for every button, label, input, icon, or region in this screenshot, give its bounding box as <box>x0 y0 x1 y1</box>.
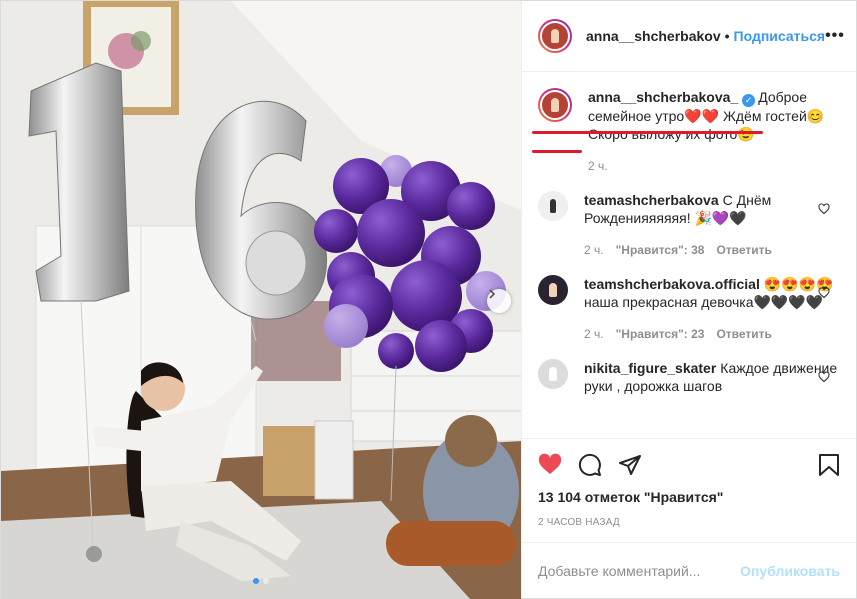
comment-item: teamashcherbakova С Днём Рожденияяяяяя! 🎉… <box>538 191 840 259</box>
chevron-right-icon <box>489 289 496 299</box>
heart-icon[interactable] <box>818 203 830 215</box>
header-username[interactable]: anna__shcherbakov <box>586 28 721 44</box>
add-comment-bar: Добавьте комментарий... Опубликовать <box>522 542 856 598</box>
comment-username[interactable]: nikita_figure_skater <box>584 360 716 376</box>
carousel-dot <box>263 578 269 584</box>
comment-likes[interactable]: "Нравится": 23 <box>616 325 705 343</box>
annotation-underline <box>532 131 763 134</box>
heart-icon[interactable] <box>818 287 830 299</box>
likes-count[interactable]: 13 104 отметок "Нравится" <box>538 489 840 505</box>
avatar[interactable] <box>538 191 568 221</box>
caption: anna__shcherbakova_ ✓ Доброе семейное утро… <box>532 88 840 175</box>
annotation-underline <box>532 150 582 153</box>
post-photo[interactable] <box>1 1 521 599</box>
comment-icon[interactable] <box>578 453 602 477</box>
more-icon[interactable]: ••• <box>825 27 845 45</box>
comments-list[interactable]: anna__shcherbakova_ ✓ Доброе семейное утро… <box>522 72 856 438</box>
heart-icon[interactable] <box>538 453 562 477</box>
comment-item: teamshcherbakova.official 😍😍😍😍наша прекра… <box>538 275 840 343</box>
follow-button[interactable]: Подписаться <box>734 28 826 44</box>
avatar[interactable] <box>538 88 572 122</box>
avatar[interactable] <box>538 275 568 305</box>
save-icon[interactable] <box>818 453 840 477</box>
photo-illustration <box>1 1 521 599</box>
action-icons <box>538 443 840 487</box>
post-actions: 13 104 отметок "Нравится" 2 ЧАСОВ НАЗАД <box>522 438 856 542</box>
publish-button[interactable]: Опубликовать <box>740 563 840 579</box>
comment-username[interactable]: teamashcherbakova <box>584 192 719 208</box>
next-photo-button[interactable] <box>487 289 511 313</box>
comment-username[interactable]: teamshcherbakova.official <box>584 276 760 292</box>
post-sidebar: anna__shcherbakov • Подписаться ••• anna… <box>521 1 856 598</box>
avatar[interactable] <box>538 19 572 53</box>
verified-icon: ✓ <box>742 94 756 107</box>
avatar[interactable] <box>538 359 568 389</box>
comment-item: nikita_figure_skater Каждое движение руки… <box>538 359 840 395</box>
heart-icon[interactable] <box>818 371 830 383</box>
post-header: anna__shcherbakov • Подписаться ••• <box>522 1 856 72</box>
comment-likes[interactable]: "Нравится": 38 <box>616 241 705 259</box>
comment-input[interactable]: Добавьте комментарий... <box>538 563 740 579</box>
share-icon[interactable] <box>618 453 642 477</box>
post-time[interactable]: 2 ЧАСОВ НАЗАД <box>538 517 840 528</box>
carousel-indicator <box>1 578 521 584</box>
post-modal: anna__shcherbakov • Подписаться ••• anna… <box>0 0 857 599</box>
header-separator: • <box>724 28 730 44</box>
reply-button[interactable]: Ответить <box>716 325 771 343</box>
comment-time[interactable]: 2 ч. <box>584 325 604 343</box>
comment-time[interactable]: 2 ч. <box>584 241 604 259</box>
caption-username[interactable]: anna__shcherbakova_ <box>588 89 738 105</box>
carousel-dot <box>253 578 259 584</box>
caption-time[interactable]: 2 ч. <box>588 157 608 175</box>
reply-button[interactable]: Ответить <box>716 241 771 259</box>
